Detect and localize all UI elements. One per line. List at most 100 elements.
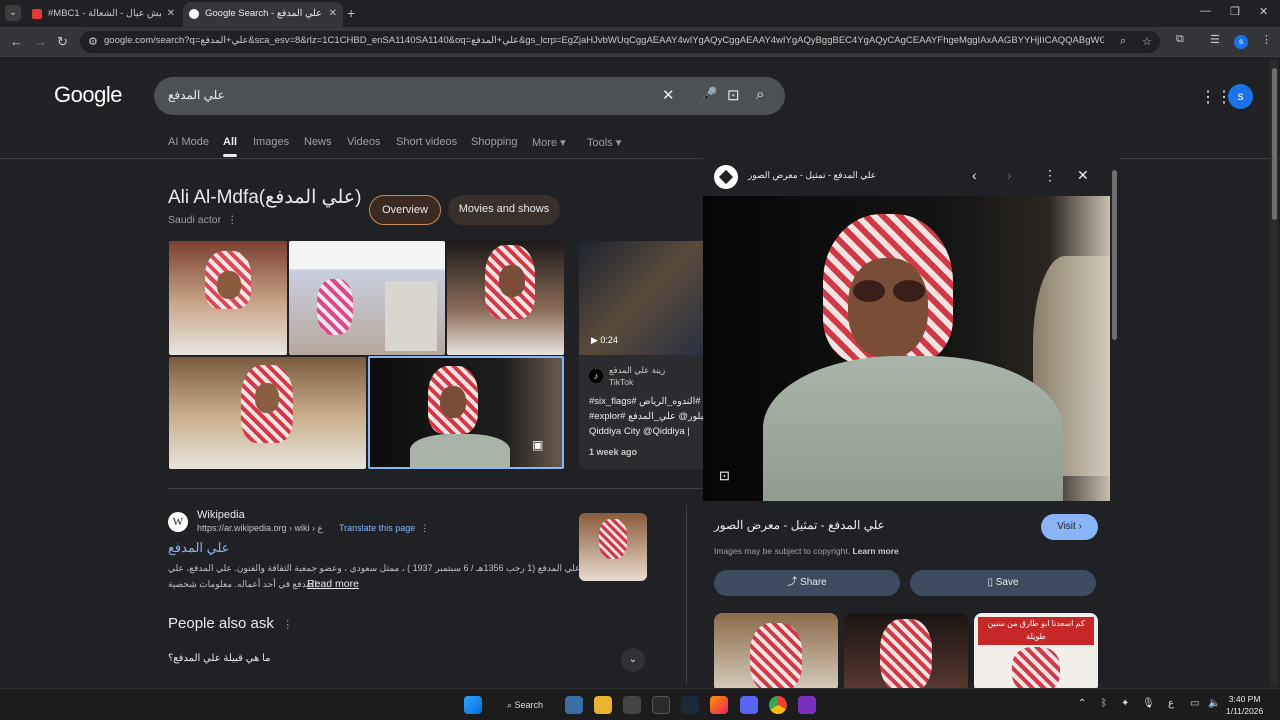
- share-button[interactable]: ⤴ Share: [714, 570, 900, 596]
- volume-icon[interactable]: 🔈: [1208, 698, 1220, 709]
- microphone-icon[interactable]: 🎙: [1142, 698, 1155, 709]
- url-text[interactable]: google.com/search?q=علي+المدفع&sca_esv=8…: [104, 35, 1104, 46]
- clear-icon[interactable]: ✕: [662, 86, 675, 104]
- close-icon[interactable]: ✕: [1077, 167, 1089, 184]
- more-options-icon[interactable]: ⋮: [282, 619, 293, 631]
- divider: [686, 505, 687, 685]
- account-avatar[interactable]: s: [1228, 84, 1253, 109]
- image-viewer-panel: علي المدفع - تمثيل - معرض الصور ‹ › ⋮ ✕ …: [703, 158, 1119, 693]
- previous-icon[interactable]: ‹: [972, 167, 977, 183]
- chip-overview[interactable]: Overview: [369, 195, 441, 225]
- taskbar-search[interactable]: ⌕ Search: [495, 695, 555, 715]
- tab-mbc1[interactable]: #MBC1 - طيش عيال - الشعالة · ✕: [26, 2, 181, 27]
- tab-ai-mode[interactable]: AI Mode: [168, 136, 209, 148]
- tab-images[interactable]: Images: [253, 136, 289, 148]
- read-more-link[interactable]: Read more: [307, 578, 359, 590]
- tray-app-icon[interactable]: ✦: [1121, 698, 1129, 709]
- learn-more-link[interactable]: Learn more: [852, 546, 898, 556]
- video-age: 1 week ago: [589, 447, 638, 457]
- epic-games-icon[interactable]: [652, 696, 670, 714]
- app-icon[interactable]: [798, 696, 816, 714]
- next-icon[interactable]: ›: [1007, 167, 1012, 183]
- result-options-icon[interactable]: ⋮: [420, 523, 429, 533]
- back-icon[interactable]: ←: [10, 34, 23, 49]
- result-site-name[interactable]: Wikipedia: [197, 509, 245, 521]
- close-window-icon[interactable]: ✕: [1259, 5, 1268, 18]
- tab-search-icon[interactable]: ☰: [1210, 33, 1220, 46]
- search-input[interactable]: علي المدفع: [168, 88, 225, 102]
- related-image[interactable]: كم اسعدنا ابو طارق من سنين طويلة: [974, 613, 1098, 693]
- video-result[interactable]: ▶ 0:24 ♪ زينة علي المدفع TikTok #six_fla…: [579, 241, 703, 469]
- store-icon[interactable]: [565, 696, 583, 714]
- tab-close-icon[interactable]: ✕: [167, 2, 175, 25]
- clock[interactable]: 3:40 PM 1/11/2026: [1226, 693, 1263, 717]
- network-icon[interactable]: ▭: [1190, 698, 1199, 709]
- forward-icon[interactable]: →: [34, 34, 47, 49]
- address-bar[interactable]: ⚙ google.com/search?q=علي+المدفع&sca_esv…: [80, 31, 1160, 53]
- panel-source-title[interactable]: علي المدفع - تمثيل - معرض الصور: [748, 170, 876, 181]
- firefox-icon[interactable]: [710, 696, 728, 714]
- tab-news[interactable]: News: [304, 136, 332, 148]
- lens-search-icon[interactable]: ⊡: [719, 468, 730, 484]
- google-logo[interactable]: Google: [54, 82, 122, 108]
- page-scrollbar-thumb[interactable]: [1272, 68, 1277, 220]
- more-options-icon[interactable]: ⋮: [227, 214, 238, 226]
- image-result[interactable]: [447, 241, 564, 355]
- browser-profile-avatar[interactable]: s: [1234, 35, 1248, 49]
- steam-icon[interactable]: [681, 696, 699, 714]
- tab-videos[interactable]: Videos: [347, 136, 380, 148]
- image-result[interactable]: [169, 241, 287, 355]
- browser-menu-icon[interactable]: ⋮: [1261, 33, 1272, 46]
- extensions-icon[interactable]: ⧉: [1176, 33, 1184, 46]
- bluetooth-icon[interactable]: ᛒ: [1101, 698, 1107, 709]
- result-url[interactable]: https://ar.wikipedia.org › wiki › ع: [197, 523, 323, 534]
- tab-all[interactable]: All: [223, 136, 237, 148]
- tab-short-videos[interactable]: Short videos: [396, 136, 457, 148]
- translate-link[interactable]: Translate this page ⋮: [339, 523, 429, 534]
- site-info-icon[interactable]: ⚙: [88, 35, 98, 48]
- app-icon[interactable]: [623, 696, 641, 714]
- tab-search-chevron-icon[interactable]: ⌄: [5, 5, 21, 21]
- bookmark-star-icon[interactable]: ☆: [1142, 35, 1152, 48]
- tab-tools[interactable]: Tools ▾: [587, 136, 621, 149]
- tab-close-icon[interactable]: ✕: [329, 2, 337, 25]
- related-image[interactable]: [844, 613, 968, 693]
- file-explorer-icon[interactable]: [594, 696, 612, 714]
- hospital-bed-shape: [385, 281, 437, 351]
- tab-google-search[interactable]: Google Search - علي المدفع ✕: [183, 2, 343, 27]
- search-icon[interactable]: ⌕: [756, 86, 764, 103]
- image-result[interactable]: [169, 357, 366, 469]
- people-also-ask-heading: People also ask ⋮: [168, 615, 293, 632]
- more-options-icon[interactable]: ⋮: [1043, 167, 1057, 184]
- gallery-icon[interactable]: ▣: [532, 438, 543, 452]
- windows-start-icon[interactable]: [464, 696, 482, 714]
- reload-icon[interactable]: ↻: [57, 34, 68, 50]
- input-language[interactable]: ع: [1168, 698, 1174, 709]
- related-image[interactable]: [714, 613, 838, 693]
- chrome-icon[interactable]: [769, 696, 787, 714]
- chevron-down-icon[interactable]: ⌄: [621, 648, 645, 672]
- clock-date: 1/11/2026: [1226, 706, 1264, 716]
- image-result[interactable]: [289, 241, 445, 355]
- zoom-icon[interactable]: ⌕: [1120, 35, 1126, 48]
- tray-overflow-icon[interactable]: ⌃: [1078, 698, 1086, 709]
- tab-shopping[interactable]: Shopping: [471, 136, 518, 148]
- tab-more[interactable]: More ▾: [532, 136, 566, 149]
- chip-movies-and-shows[interactable]: Movies and shows: [448, 195, 560, 225]
- search-box[interactable]: علي المدفع ✕ 🎤 ⊡ ⌕: [154, 77, 785, 115]
- visit-button[interactable]: Visit ›: [1041, 514, 1098, 540]
- panel-scrollbar-thumb[interactable]: [1112, 170, 1117, 340]
- discord-icon[interactable]: [740, 696, 758, 714]
- preview-image[interactable]: ⊡: [703, 196, 1110, 501]
- save-button[interactable]: ▯ Save: [910, 570, 1096, 596]
- image-result-selected[interactable]: ▣: [368, 356, 564, 469]
- paa-question[interactable]: ما هي قبيلة علي المدفع؟: [168, 653, 271, 664]
- result-thumbnail[interactable]: [579, 513, 647, 581]
- result-title-link[interactable]: علي المدفع: [168, 540, 230, 556]
- microphone-icon[interactable]: 🎤: [699, 86, 718, 104]
- minimize-icon[interactable]: —: [1200, 5, 1211, 17]
- restore-icon[interactable]: ❐: [1230, 5, 1240, 18]
- lens-icon[interactable]: ⊡: [727, 86, 740, 104]
- new-tab-icon[interactable]: +: [347, 5, 355, 21]
- image-caption-link[interactable]: علي المدفع - تمثيل - معرض الصور: [714, 518, 885, 532]
